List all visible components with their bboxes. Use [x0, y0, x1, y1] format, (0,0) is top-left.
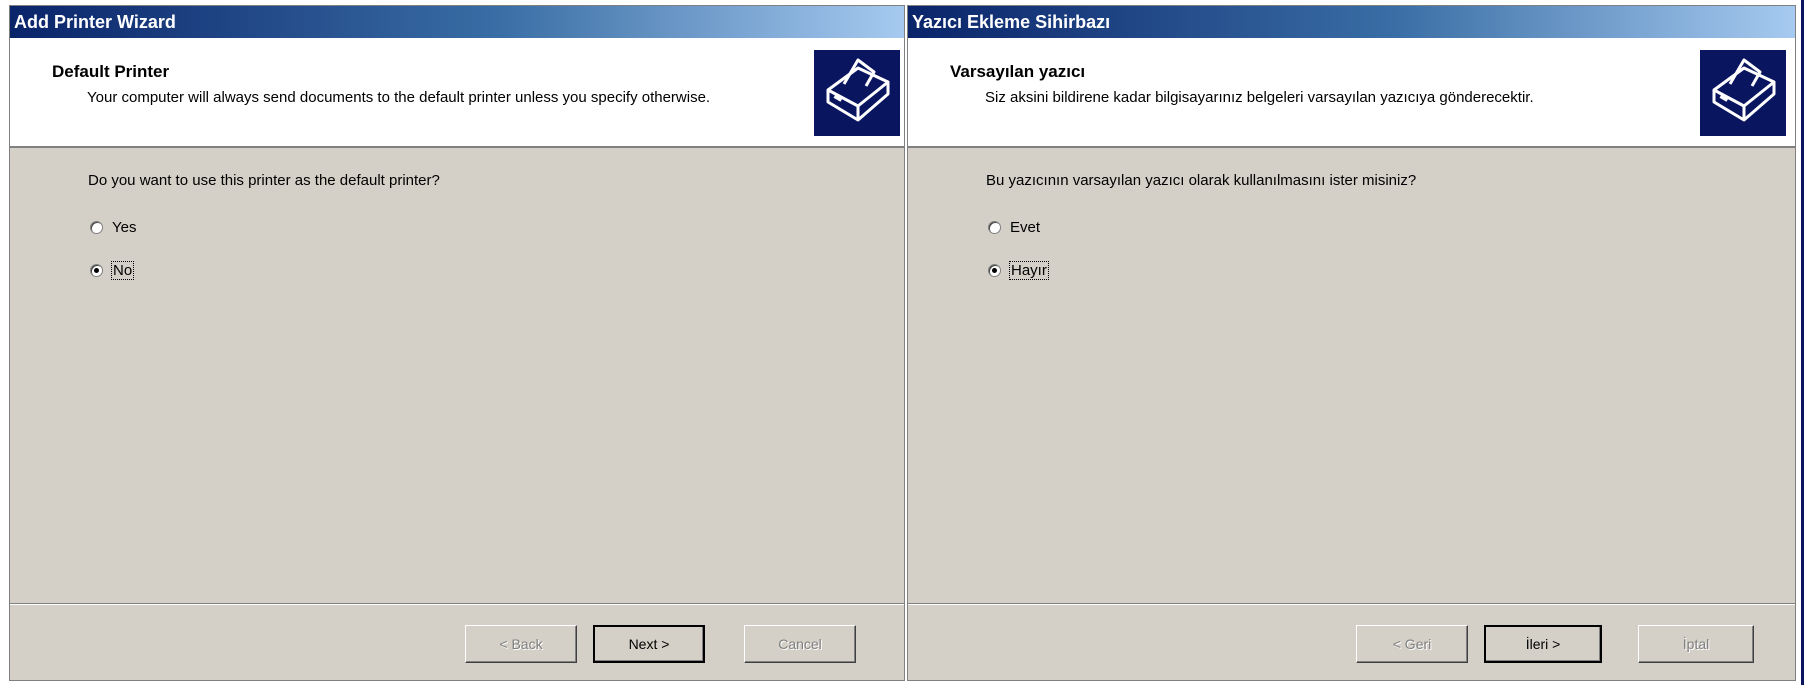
wizard-header: Varsayılan yazıcı Siz aksini bildirene k… [908, 38, 1795, 148]
radio-label[interactable]: No [110, 260, 135, 280]
header-subtitle: Your computer will always send documents… [87, 89, 711, 106]
cancel-button[interactable]: Cancel [744, 625, 856, 663]
radio-evet[interactable]: Evet [988, 216, 1040, 238]
radio-button[interactable] [90, 220, 103, 234]
radio-label[interactable]: Yes [112, 219, 136, 236]
radio-label[interactable]: Evet [1010, 219, 1040, 236]
radio-yes[interactable]: Yes [90, 216, 136, 238]
header-title: Default Printer [52, 62, 170, 81]
back-button[interactable]: < Geri [1356, 625, 1468, 663]
next-button[interactable]: İleri > [1484, 625, 1602, 663]
question-text: Bu yazıcının varsayılan yazıcı olarak ku… [986, 172, 1417, 189]
next-button[interactable]: Next > [593, 625, 705, 663]
radio-no[interactable]: No [90, 259, 135, 281]
radio-hayir[interactable]: Hayır [988, 259, 1049, 281]
radio-button-checked[interactable] [988, 263, 1001, 277]
radio-label[interactable]: Hayır [1009, 260, 1049, 280]
printer-icon [814, 50, 900, 136]
wizard-header: Default Printer Your computer will alway… [10, 38, 904, 148]
radio-button-checked[interactable] [90, 263, 103, 277]
separator [908, 603, 1795, 605]
edge-line [1801, 0, 1804, 685]
back-button[interactable]: < Back [465, 625, 577, 663]
add-printer-wizard-dialog: Add Printer Wizard Default Printer Your … [9, 5, 905, 681]
question-text: Do you want to use this printer as the d… [88, 172, 440, 189]
header-subtitle: Siz aksini bildirene kadar bilgisayarını… [985, 89, 1534, 106]
cancel-button[interactable]: İptal [1638, 625, 1754, 663]
window-title: Add Printer Wizard [10, 6, 904, 38]
separator [10, 603, 904, 605]
header-title: Varsayılan yazıcı [950, 62, 1086, 81]
window-title: Yazıcı Ekleme Sihirbazı [908, 6, 1795, 38]
yazici-ekleme-sihirbazi-dialog: Yazıcı Ekleme Sihirbazı Varsayılan yazıc… [907, 5, 1796, 681]
radio-button[interactable] [988, 220, 1001, 234]
printer-icon [1700, 50, 1786, 136]
